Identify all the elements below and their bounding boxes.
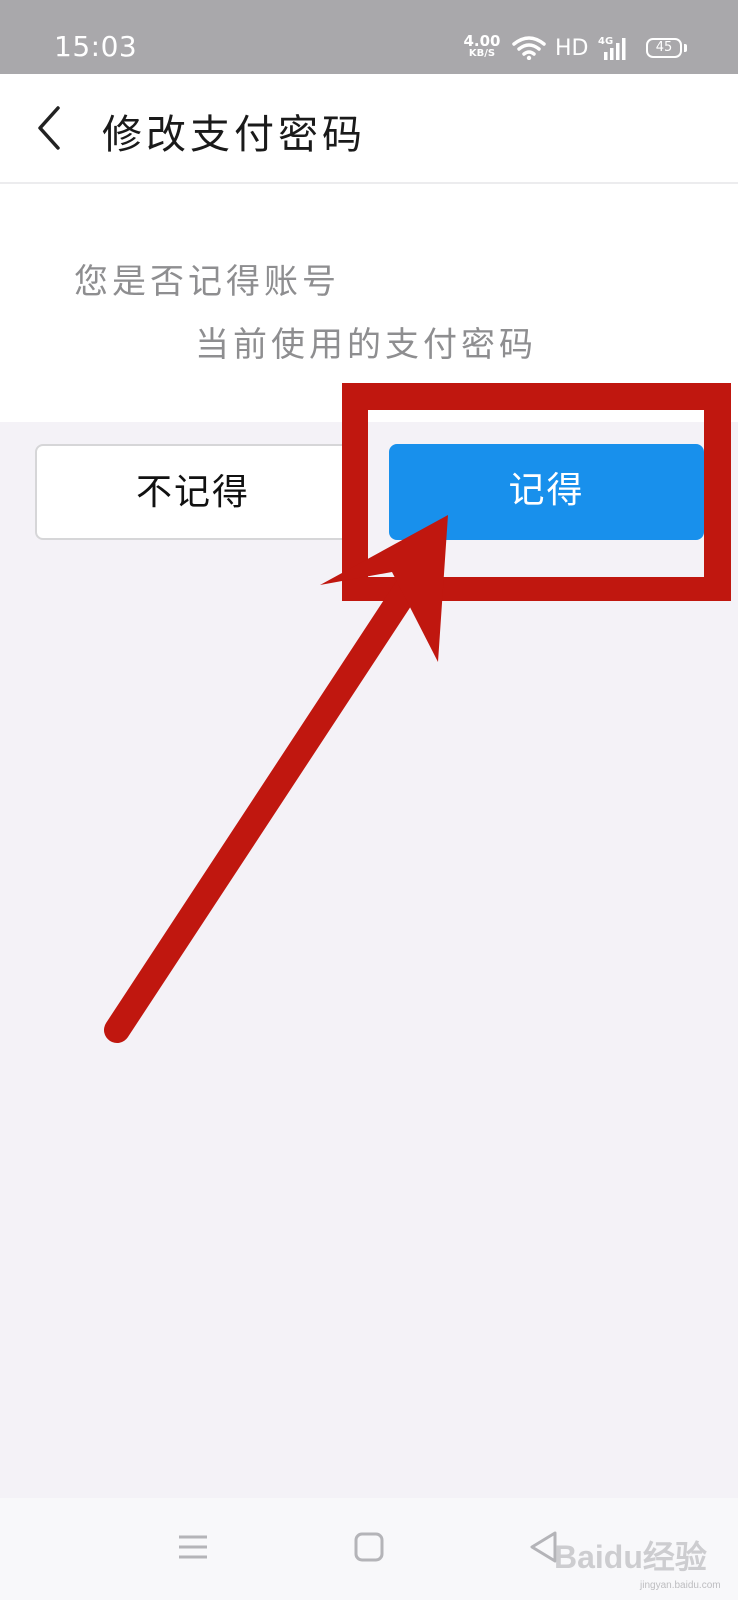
question-panel: 您是否记得账号 当前使用的支付密码 — [0, 184, 738, 422]
app-header: 修改支付密码 — [0, 74, 738, 184]
network-speed-unit: KB/S — [468, 48, 496, 59]
signal-icon — [604, 38, 626, 60]
wifi-icon — [512, 36, 546, 60]
status-bar: 15:03 4.00 KB/S HD 4G 45 — [0, 0, 738, 74]
battery-tip — [684, 44, 687, 52]
hd-indicator: HD — [555, 36, 589, 61]
annotation-arrow-shaft — [104, 577, 419, 1043]
page-title: 修改支付密码 — [102, 112, 366, 158]
network-speed-value: 4.00 — [463, 32, 501, 50]
status-time: 15:03 — [54, 30, 138, 63]
baidu-watermark-url: jingyan.baidu.com — [640, 1580, 721, 1591]
home-square-icon[interactable] — [354, 1532, 384, 1562]
forgot-button[interactable]: 不记得 — [35, 444, 351, 540]
remember-button[interactable]: 记得 — [389, 444, 704, 540]
network-speed: 4.00 KB/S — [462, 34, 502, 59]
battery-indicator: 45 — [646, 38, 682, 58]
baidu-watermark: Baidu经验 — [554, 1539, 707, 1575]
question-text-line-2: 当前使用的支付密码 — [195, 325, 537, 365]
question-text-line-1: 您是否记得账号 — [74, 262, 340, 302]
chevron-left-icon[interactable] — [34, 104, 64, 152]
menu-icon[interactable] — [178, 1534, 208, 1560]
